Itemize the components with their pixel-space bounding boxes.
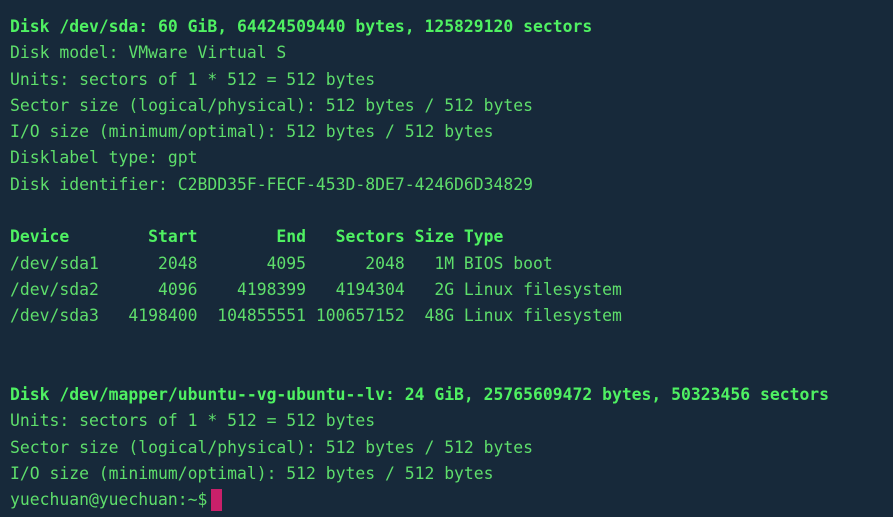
disk2-sector-size-line: Sector size (logical/physical): 512 byte…: [10, 437, 534, 457]
disk2-units-line: Units: sectors of 1 * 512 = 512 bytes: [10, 411, 376, 431]
terminal-window[interactable]: Disk /dev/sda: 60 GiB, 64424509440 bytes…: [0, 0, 893, 517]
disk2-io-size-line: I/O size (minimum/optimal): 512 bytes / …: [10, 464, 494, 484]
disk1-disklabel-line: Disklabel type: gpt: [10, 148, 198, 168]
disk1-identifier-line: Disk identifier: C2BDD35F-FECF-453D-8DE7…: [10, 174, 534, 194]
shell-prompt-label: yuechuan@yuechuan:~$: [10, 490, 208, 510]
disk1-model-line: Disk model: VMware Virtual S: [10, 43, 287, 63]
disk1-units-line: Units: sectors of 1 * 512 = 512 bytes: [10, 69, 376, 89]
disk1-header-line: Disk /dev/sda: 60 GiB, 64424509440 bytes…: [10, 17, 593, 36]
table-row: /dev/sda2 4096 4198399 4194304 2G Linux …: [10, 279, 622, 299]
text-cursor: [211, 489, 223, 512]
disk1-io-size-line: I/O size (minimum/optimal): 512 bytes / …: [10, 122, 494, 142]
table-row: /dev/sda3 4198400 104855551 100657152 48…: [10, 306, 622, 326]
disk2-header-line: Disk /dev/mapper/ubuntu--vg-ubuntu--lv: …: [10, 385, 830, 405]
disk1-sector-size-line: Sector size (logical/physical): 512 byte…: [10, 95, 534, 115]
table-row: /dev/sda1 2048 4095 2048 1M BIOS boot: [10, 253, 553, 273]
shell-prompt-line[interactable]: yuechuan@yuechuan:~$: [10, 487, 893, 513]
partition-table-header: Device Start End Sectors Size Type: [10, 227, 504, 247]
